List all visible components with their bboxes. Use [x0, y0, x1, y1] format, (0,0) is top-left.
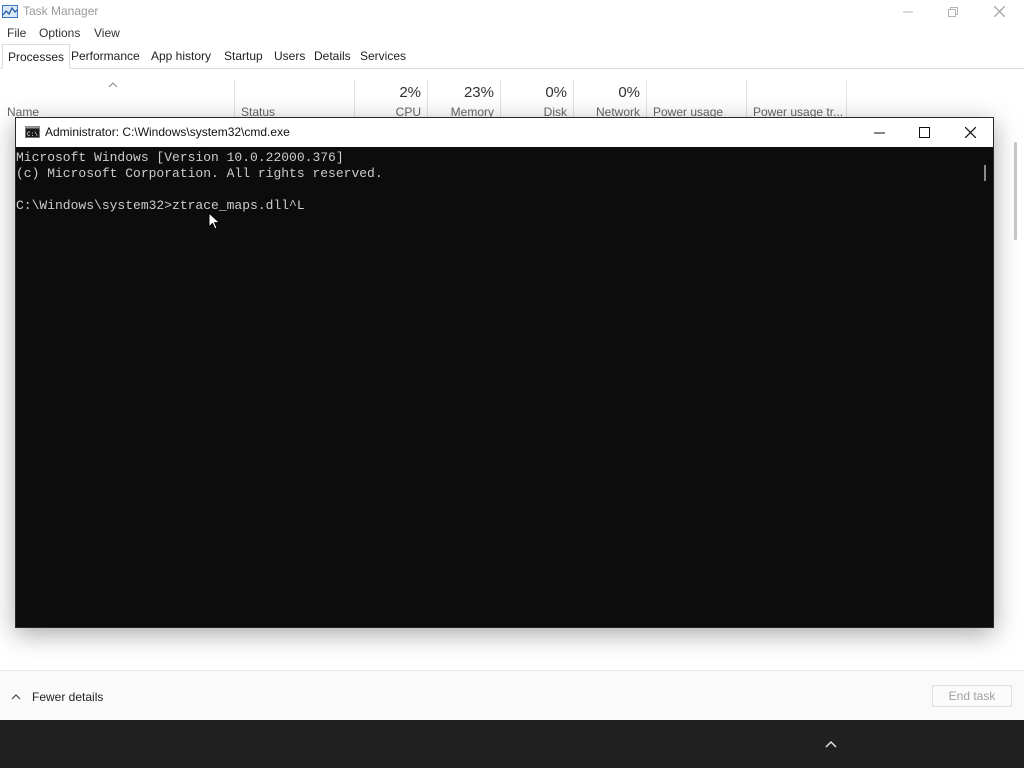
memory-percent: 23% — [463, 84, 494, 101]
column-network[interactable]: 0% Network — [574, 80, 647, 120]
menu-file[interactable]: File — [7, 26, 26, 40]
process-list-scrollbar[interactable] — [1014, 142, 1017, 240]
restore-icon — [948, 6, 958, 17]
column-power-usage-trend[interactable]: Power usage tr... — [747, 80, 847, 120]
column-status[interactable]: Status — [235, 80, 355, 120]
menu-view[interactable]: View — [94, 26, 120, 40]
cmd-maximize-button[interactable] — [901, 118, 947, 147]
cmd-titlebar[interactable]: C:\ Administrator: C:\Windows\system32\c… — [16, 118, 993, 147]
end-task-button[interactable]: End task — [932, 685, 1012, 707]
cmd-close-button[interactable] — [947, 118, 993, 147]
column-cpu[interactable]: 2% CPU — [355, 80, 428, 120]
cmd-app-icon: C:\ — [25, 126, 40, 138]
cpu-percent: 2% — [399, 84, 421, 101]
svg-text:C:\: C:\ — [27, 131, 38, 138]
cmd-minimize-button[interactable] — [856, 118, 902, 147]
task-manager-titlebar: Task Manager — [0, 0, 1024, 23]
tab-startup[interactable]: Startup — [219, 44, 268, 68]
close-icon — [993, 6, 1005, 17]
maximize-icon — [918, 127, 930, 138]
column-power-usage[interactable]: Power usage — [647, 80, 747, 120]
cmd-window[interactable]: C:\ Administrator: C:\Windows\system32\c… — [15, 117, 994, 628]
column-memory[interactable]: 23% Memory — [428, 80, 501, 120]
console-line: Microsoft Windows [Version 10.0.22000.37… — [16, 150, 344, 165]
tab-bar: Processes Performance App history Startu… — [0, 44, 1024, 69]
tab-users[interactable]: Users — [269, 44, 310, 68]
column-header-row: Name Status 2% CPU 23% Memory 0% Disk 0%… — [0, 80, 1024, 120]
console-prompt-line[interactable]: C:\Windows\system32>ztrace_maps.dll^L — [16, 198, 305, 214]
menu-bar: File Options View — [0, 23, 1024, 43]
tab-app-history[interactable]: App history — [146, 44, 216, 68]
console-output[interactable]: Microsoft Windows [Version 10.0.22000.37… — [16, 147, 993, 627]
task-manager-app-icon — [2, 5, 18, 18]
network-percent: 0% — [618, 84, 640, 101]
tm-restore-button[interactable] — [930, 0, 976, 23]
task-manager-title: Task Manager — [23, 4, 99, 18]
console-line: (c) Microsoft Corporation. All rights re… — [16, 166, 383, 181]
tm-close-button[interactable] — [976, 0, 1022, 23]
menu-options[interactable]: Options — [39, 26, 80, 40]
minimize-icon — [873, 132, 885, 134]
fewer-details-button[interactable]: Fewer details — [10, 689, 103, 705]
console-scrollbar[interactable] — [984, 165, 986, 181]
tab-processes[interactable]: Processes — [2, 44, 71, 69]
disk-percent: 0% — [545, 84, 567, 101]
chevron-up-icon — [11, 694, 21, 700]
taskbar — [0, 720, 1024, 768]
minimize-icon — [903, 11, 913, 12]
column-disk[interactable]: 0% Disk — [501, 80, 574, 120]
end-task-label: End task — [948, 689, 996, 703]
tab-services[interactable]: Services — [355, 44, 411, 68]
chevron-up-icon[interactable] — [823, 737, 839, 751]
fewer-details-label: Fewer details — [32, 690, 104, 704]
tm-minimize-button[interactable] — [885, 0, 931, 23]
tab-details[interactable]: Details — [309, 44, 356, 68]
column-name[interactable]: Name — [0, 80, 235, 120]
mouse-cursor-icon — [208, 212, 221, 230]
cmd-title: Administrator: C:\Windows\system32\cmd.e… — [45, 125, 290, 139]
task-manager-footer: Fewer details End task — [0, 670, 1024, 721]
close-icon — [964, 127, 976, 138]
tab-performance[interactable]: Performance — [66, 44, 145, 68]
